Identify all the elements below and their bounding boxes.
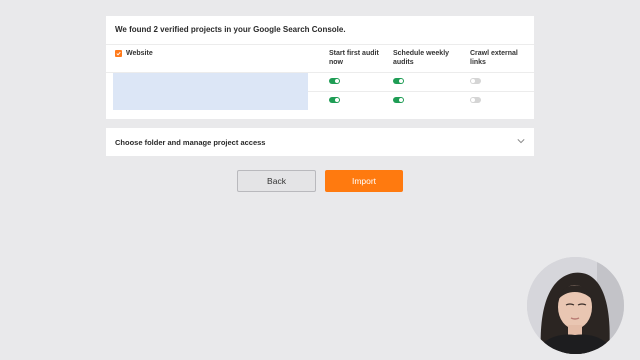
import-button[interactable]: Import bbox=[325, 170, 403, 192]
column-header-crawl-external: Crawl external links bbox=[470, 50, 518, 66]
divider bbox=[308, 91, 534, 92]
select-all-checkbox[interactable] bbox=[115, 50, 122, 57]
presenter-video bbox=[527, 257, 624, 354]
divider bbox=[106, 44, 534, 45]
folder-access-label: Choose folder and manage project access bbox=[115, 138, 266, 147]
webcam-overlay bbox=[527, 257, 624, 354]
projects-card: We found 2 verified projects in your Goo… bbox=[106, 16, 534, 119]
back-button[interactable]: Back bbox=[237, 170, 316, 192]
column-header-website: Website bbox=[126, 50, 153, 57]
schedule-audits-toggle[interactable] bbox=[393, 97, 404, 103]
chevron-down-icon[interactable] bbox=[517, 138, 525, 144]
crawl-external-toggle[interactable] bbox=[470, 97, 481, 103]
start-audit-toggle[interactable] bbox=[329, 97, 340, 103]
column-header-start-audit: Start first audit now bbox=[329, 50, 379, 66]
check-icon bbox=[116, 51, 121, 56]
website-rows-highlight bbox=[113, 73, 308, 110]
schedule-audits-toggle[interactable] bbox=[393, 78, 404, 84]
start-audit-toggle[interactable] bbox=[329, 78, 340, 84]
projects-found-title: We found 2 verified projects in your Goo… bbox=[115, 25, 346, 34]
column-header-schedule-audits: Schedule weekly audits bbox=[393, 50, 450, 66]
crawl-external-toggle[interactable] bbox=[470, 78, 481, 84]
folder-access-section[interactable]: Choose folder and manage project access bbox=[106, 128, 534, 156]
